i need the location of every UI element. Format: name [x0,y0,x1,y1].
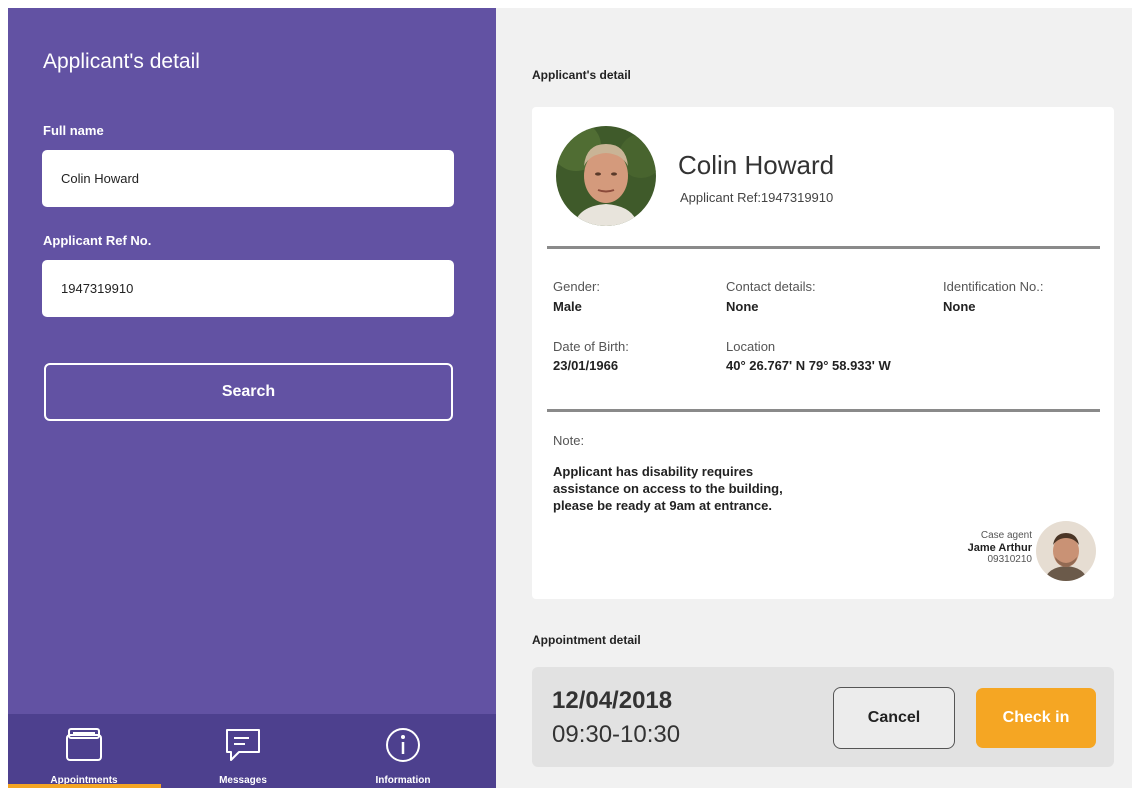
dob-value: 23/01/1966 [553,358,619,373]
location-label: Location [726,339,776,354]
active-tab-indicator [8,784,161,788]
agent-name: Jame Arthur [967,542,1032,554]
agent-role: Case agent [980,530,1032,541]
nav-information-label: Information [375,775,431,786]
divider [547,246,1100,249]
nav-messages-label: Messages [219,775,267,786]
app-frame: Applicant's detail Full name Colin Howar… [8,8,1132,788]
applicant-avatar [556,126,656,226]
contact-label: Contact details: [726,279,816,294]
agent-avatar [1036,521,1096,581]
appointment-card: 12/04/2018 09:30-10:30 Cancel Check in [532,667,1114,767]
ref-label: Applicant Ref No. [43,233,152,248]
applicant-name: Colin Howard [678,150,835,180]
detail-section-title: Applicant's detail [532,68,631,82]
panel-title: Applicant's detail [43,50,200,73]
id-label: Identification No.: [943,279,1044,294]
search-panel: Applicant's detail Full name Colin Howar… [8,8,496,788]
bottom-nav: Appointments Messages Information [8,714,496,788]
contact-value: None [726,299,759,314]
gender-value: Male [553,299,582,314]
search-button[interactable]: Search [44,363,453,421]
applicant-ref: Applicant Ref:1947319910 [680,190,834,205]
applicant-card: Colin Howard Applicant Ref:1947319910 Ge… [532,107,1114,599]
message-icon [226,729,260,761]
agent-id: 09310210 [987,554,1033,565]
note-line: Applicant has disability requires [553,464,754,479]
ref-value: 1947319910 [61,281,134,296]
nav-appointments[interactable]: Appointments [19,714,149,788]
note-line: please be ready at 9am at entrance. [553,498,772,513]
appointment-section-title: Appointment detail [532,633,641,647]
gender-label: Gender: [553,279,600,294]
appointment-time: 09:30-10:30 [552,721,681,748]
divider [547,409,1100,412]
full-name-field[interactable]: Colin Howard [42,150,454,207]
location-value: 40° 26.767' N 79° 58.933' W [726,358,891,373]
id-value: None [943,299,976,314]
cancel-button[interactable]: Cancel [833,687,955,749]
case-agent: Case agent Jame Arthur 09310210 [968,530,1032,566]
calendar-icon [66,728,102,761]
nav-messages[interactable]: Messages [178,714,308,788]
note-line: assistance on access to the building, [553,481,783,496]
ref-field[interactable]: 1947319910 [42,260,454,317]
full-name-value: Colin Howard [61,171,140,186]
note-text: Applicant has disability requires assist… [553,463,783,514]
full-name-label: Full name [43,123,104,138]
dob-label: Date of Birth: [553,339,629,354]
nav-information[interactable]: Information [338,714,468,788]
note-label: Note: [553,433,585,448]
info-icon [386,728,420,762]
appointment-date: 12/04/2018 [552,687,673,714]
check-in-button[interactable]: Check in [976,688,1096,748]
